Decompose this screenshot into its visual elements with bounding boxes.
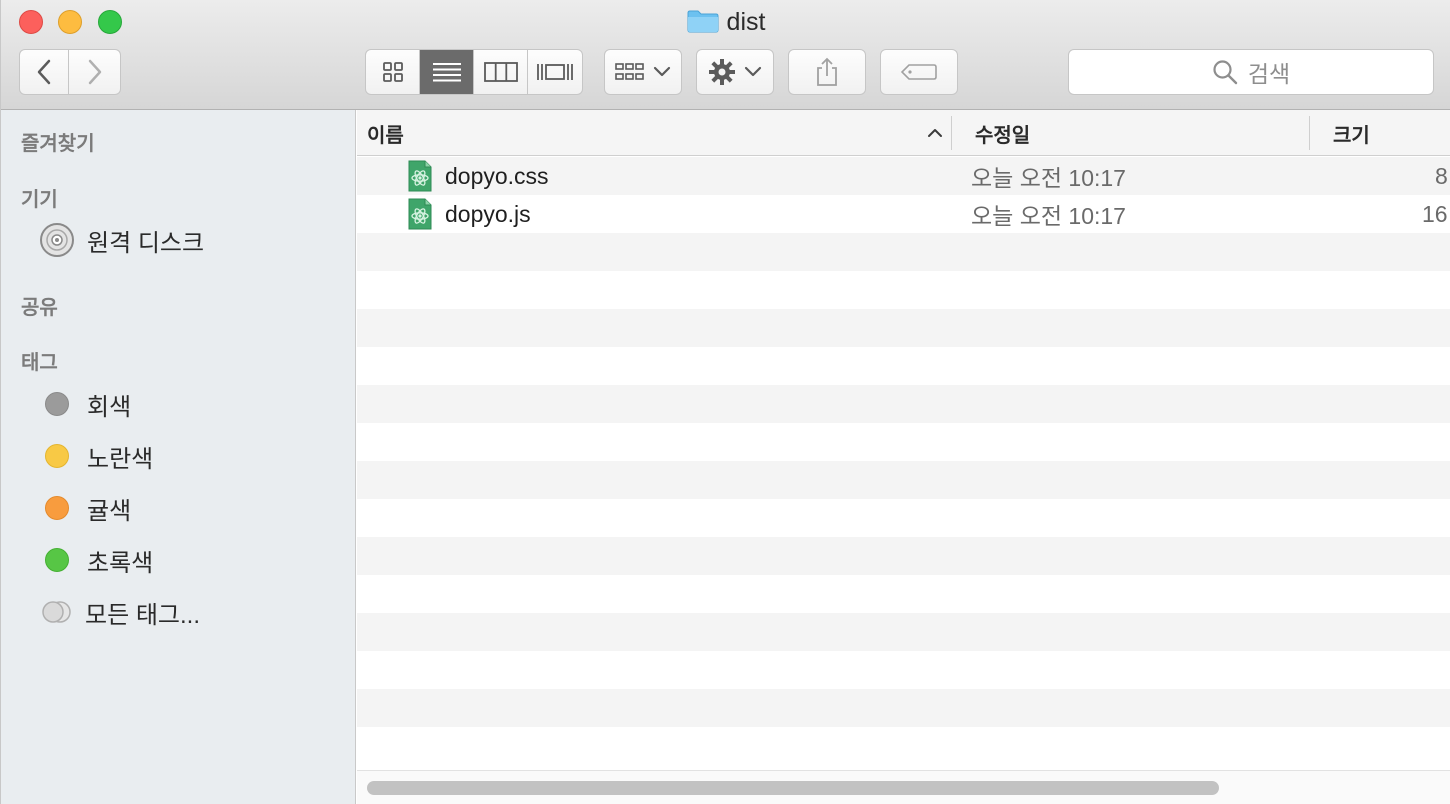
file-modified: 오늘 오전 10:17 — [971, 203, 1126, 229]
empty-row — [357, 423, 1450, 461]
file-rows: dopyo.css 오늘 오전 10:17 8 dopyo.js 오늘 오전 1… — [357, 157, 1450, 765]
share-button[interactable] — [788, 49, 866, 95]
file-name: dopyo.js — [445, 200, 531, 227]
column-divider[interactable] — [951, 116, 952, 150]
list-header: 이름 수정일 크기 — [357, 110, 1450, 156]
column-view-button[interactable] — [474, 50, 528, 94]
green-tag-dot-icon — [45, 548, 69, 572]
cover-flow-icon — [537, 64, 573, 80]
sidebar-item-label: 모든 태그... — [85, 601, 200, 629]
file-size: 16 — [1422, 200, 1448, 227]
chevron-down-icon — [744, 66, 762, 77]
arrange-grid-icon — [615, 63, 644, 80]
sidebar-tag-orange[interactable]: 귤색 — [39, 488, 131, 528]
empty-row — [357, 727, 1450, 765]
horizontal-scrollbar[interactable] — [357, 770, 1450, 804]
empty-row — [357, 271, 1450, 309]
sidebar-section-devices: 기기 — [21, 189, 58, 211]
empty-row — [357, 461, 1450, 499]
empty-row — [357, 537, 1450, 575]
all-tags-icon — [42, 601, 71, 623]
view-mode-control — [365, 49, 583, 95]
column-divider[interactable] — [1309, 116, 1310, 150]
search-icon — [1213, 60, 1238, 85]
file-size: 8 — [1435, 162, 1448, 189]
toolbar: dist 검색 — [1, 0, 1450, 110]
back-button[interactable] — [19, 49, 69, 95]
empty-row — [357, 309, 1450, 347]
file-name-cell: dopyo.js — [407, 195, 531, 233]
sidebar-item-remote-disc[interactable]: 원격 디스크 — [39, 220, 204, 260]
orange-tag-dot-icon — [45, 496, 69, 520]
search-placeholder: 검색 — [1247, 61, 1291, 87]
columns-icon — [483, 62, 518, 82]
sidebar-item-label: 초록색 — [87, 549, 154, 577]
gear-icon — [709, 59, 735, 85]
column-header-label: 이름 — [367, 124, 404, 147]
icon-grid-icon — [382, 62, 403, 82]
empty-row — [357, 385, 1450, 423]
arrange-button[interactable] — [604, 49, 682, 95]
list-lines-icon — [432, 63, 461, 82]
sidebar-tag-all[interactable]: 모든 태그... — [39, 592, 200, 632]
empty-row — [357, 575, 1450, 613]
share-icon — [817, 57, 837, 86]
file-name: dopyo.css — [445, 162, 549, 189]
sidebar-item-label: 원격 디스크 — [87, 229, 205, 257]
gray-tag-dot-icon — [45, 392, 69, 416]
chevron-right-icon — [88, 59, 101, 85]
column-header-modified[interactable]: 수정일 — [975, 110, 1030, 156]
file-modified: 오늘 오전 10:17 — [971, 165, 1126, 191]
file-row[interactable]: dopyo.js 오늘 오전 10:17 16 — [357, 195, 1450, 233]
icon-view-button[interactable] — [366, 50, 420, 94]
list-view-button[interactable] — [420, 50, 474, 94]
empty-row — [357, 689, 1450, 727]
column-header-name[interactable]: 이름 — [367, 110, 949, 156]
empty-row — [357, 499, 1450, 537]
sidebar-section-tags: 태그 — [21, 352, 58, 374]
window-title: dist — [1, 8, 1450, 40]
atom-file-icon — [408, 198, 432, 230]
sidebar-tag-yellow[interactable]: 노란색 — [39, 436, 153, 476]
column-header-size[interactable]: 크기 — [1333, 110, 1370, 156]
file-list: 이름 수정일 크기 dopyo.css 오늘 오전 10:17 8 dopyo.… — [357, 110, 1450, 804]
finder-window: dist 검색 즐겨찾기 기기 원격 디스크 공유 태그 회색 노란색 귤색 초… — [0, 0, 1450, 804]
tag-button[interactable] — [880, 49, 958, 95]
empty-row — [357, 651, 1450, 689]
file-row[interactable]: dopyo.css 오늘 오전 10:17 8 — [357, 157, 1450, 195]
sidebar-section-favorites: 즐겨찾기 — [21, 133, 95, 155]
folder-icon — [687, 9, 719, 40]
sidebar-tag-gray[interactable]: 회색 — [39, 384, 131, 424]
column-header-label: 수정일 — [975, 124, 1031, 147]
action-button[interactable] — [696, 49, 774, 95]
sidebar-item-label: 노란색 — [87, 445, 154, 473]
scrollbar-thumb[interactable] — [367, 781, 1219, 795]
sort-ascending-icon — [928, 129, 942, 137]
yellow-tag-dot-icon — [45, 444, 69, 468]
cover-flow-view-button[interactable] — [528, 50, 582, 94]
search-field[interactable]: 검색 — [1068, 49, 1434, 95]
file-name-cell: dopyo.css — [407, 157, 549, 195]
tag-icon — [901, 64, 937, 80]
chevron-left-icon — [37, 59, 51, 85]
sidebar-item-label: 귤색 — [87, 497, 132, 525]
empty-row — [357, 347, 1450, 385]
window-title-text: dist — [726, 8, 766, 36]
chevron-down-icon — [653, 66, 671, 77]
empty-row — [357, 233, 1450, 271]
atom-file-icon — [408, 160, 432, 192]
sidebar-item-label: 회색 — [87, 393, 132, 421]
disc-icon — [40, 223, 74, 257]
empty-row — [357, 613, 1450, 651]
sidebar-section-shared: 공유 — [21, 297, 58, 319]
sidebar: 즐겨찾기 기기 원격 디스크 공유 태그 회색 노란색 귤색 초록색 모든 태그… — [1, 110, 356, 804]
forward-button[interactable] — [69, 49, 121, 95]
sidebar-tag-green[interactable]: 초록색 — [39, 540, 153, 580]
column-header-label: 크기 — [1333, 124, 1370, 147]
